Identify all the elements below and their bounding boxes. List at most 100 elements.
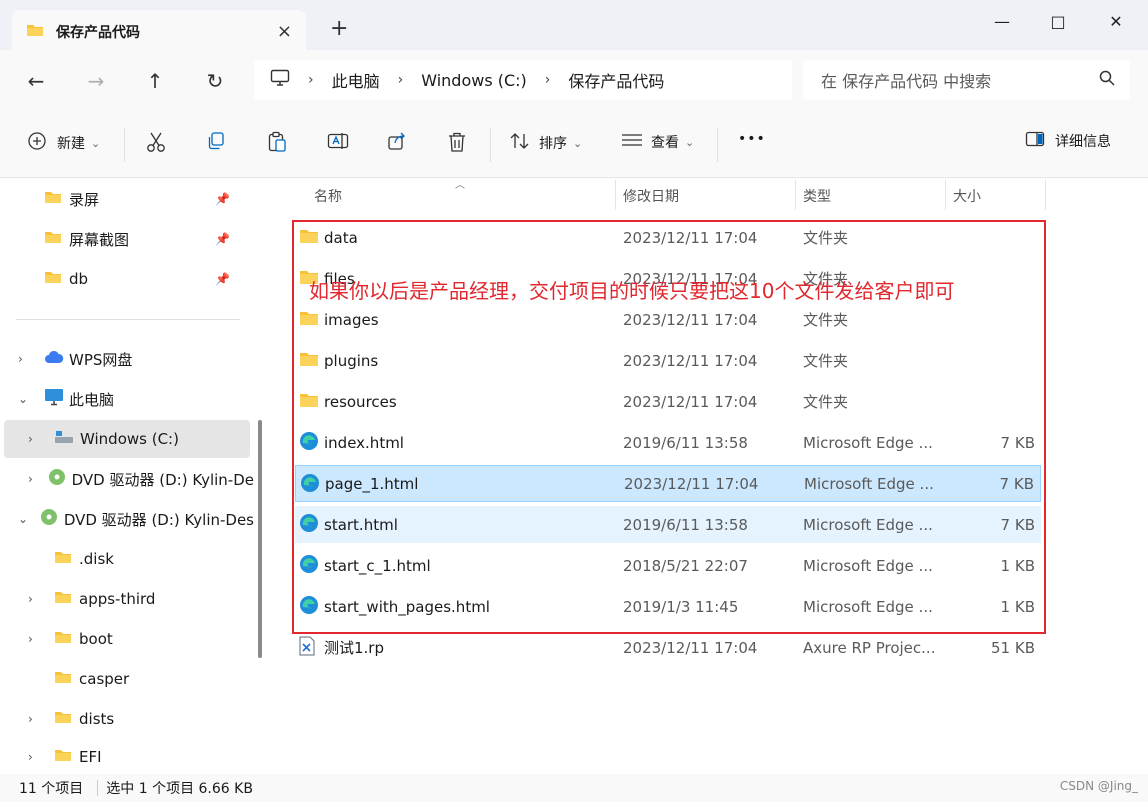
sidebar-item-label: dists	[79, 710, 115, 728]
folder-icon	[44, 190, 62, 208]
trash-icon	[447, 131, 467, 157]
monitor-icon	[270, 69, 290, 91]
column-divider[interactable]	[945, 180, 946, 210]
file-row[interactable]: 测试1.rp 2023/12/11 17:04 Axure RP Projec.…	[295, 629, 1041, 666]
tab-active[interactable]: 保存产品代码 ×	[12, 10, 306, 54]
monitor-icon	[44, 388, 64, 410]
column-header-name[interactable]: 名称	[314, 186, 342, 206]
item-count: 11 个项目	[19, 781, 84, 797]
view-button[interactable]: 查看 ⌄	[621, 131, 694, 153]
chevron-down-icon[interactable]: ⌄	[18, 392, 44, 406]
details-pane-button[interactable]: 详细信息	[1025, 131, 1111, 151]
pin-icon[interactable]: 📌	[215, 232, 230, 246]
sidebar-item-recordings[interactable]: 录屏 📌	[44, 180, 254, 218]
sidebar-item-label: 屏幕截图	[69, 230, 130, 249]
sidebar-item-drive-c[interactable]: › Windows (C:)	[28, 420, 250, 458]
sidebar-item-label: apps-third	[79, 590, 156, 608]
details-pane-icon	[1025, 131, 1045, 151]
column-header-type[interactable]: 类型	[803, 186, 831, 206]
sidebar-item-label: boot	[79, 630, 113, 648]
chevron-right-icon[interactable]: ›	[28, 632, 54, 646]
column-header-size[interactable]: 大小	[953, 186, 981, 206]
file-date: 2023/12/11 17:04	[623, 638, 758, 657]
folder-icon	[44, 230, 62, 248]
tab-title: 保存产品代码	[56, 25, 140, 41]
sidebar-item-label: casper	[79, 670, 130, 688]
column-header-date[interactable]: 修改日期	[623, 186, 679, 206]
close-tab-icon[interactable]: ×	[277, 21, 292, 42]
folder-icon	[54, 630, 72, 648]
chevron-right-icon[interactable]: ›	[28, 592, 54, 606]
sidebar-item-label: db	[69, 270, 89, 288]
column-divider[interactable]	[615, 180, 616, 210]
search-input[interactable]: 在 保存产品代码 中搜索	[803, 60, 1130, 100]
new-button[interactable]: 新建 ⌄	[27, 131, 100, 155]
selection-info: 选中 1 个项目 6.66 KB	[106, 781, 253, 797]
refresh-button[interactable]: ↻	[195, 66, 235, 96]
sidebar-item-label: DVD 驱动器 (D:) Kylin-De	[71, 470, 254, 489]
scissors-icon	[146, 131, 166, 157]
close-window-button[interactable]: ✕	[1093, 6, 1139, 36]
cut-button[interactable]	[146, 131, 166, 157]
folder-icon	[54, 748, 72, 766]
sidebar-item-wps-cloud[interactable]: › WPS网盘	[18, 340, 258, 378]
sidebar-item-efi[interactable]: › EFI	[28, 740, 254, 774]
chevron-down-icon: ⌄	[573, 136, 583, 150]
sidebar-item-dvd-drive-expanded[interactable]: ⌄ DVD 驱动器 (D:) Kylin-Des	[18, 500, 254, 538]
copy-button[interactable]	[206, 131, 226, 155]
paste-button[interactable]	[267, 131, 287, 157]
sidebar-item-this-pc[interactable]: ⌄ 此电脑	[18, 380, 258, 418]
sidebar-item-screenshots[interactable]: 屏幕截图 📌	[44, 220, 254, 258]
sidebar-scrollbar[interactable]	[258, 420, 262, 658]
sort-ascending-icon: ︿	[455, 180, 465, 191]
sidebar-item-apps-third[interactable]: › apps-third	[28, 580, 254, 618]
sidebar-item-boot[interactable]: › boot	[28, 620, 254, 658]
folder-icon	[54, 710, 72, 728]
chevron-down-icon[interactable]: ⌄	[18, 512, 39, 526]
status-divider	[97, 780, 99, 796]
sidebar-item-label: Windows (C:)	[80, 430, 179, 448]
up-button[interactable]: ↑	[135, 66, 175, 96]
copy-icon	[206, 131, 226, 155]
chevron-right-icon[interactable]: ›	[28, 432, 54, 446]
plus-circle-icon	[27, 131, 47, 155]
folder-icon	[54, 550, 72, 568]
sidebar-item-label: 此电脑	[69, 390, 115, 409]
view-label: 查看	[651, 135, 679, 151]
sidebar-item-db[interactable]: db 📌	[44, 260, 254, 298]
column-divider[interactable]	[795, 180, 796, 210]
rename-button[interactable]	[327, 131, 349, 155]
toolbar-divider	[490, 128, 491, 162]
folder-icon	[44, 270, 62, 288]
delete-button[interactable]	[447, 131, 467, 157]
pin-icon[interactable]: 📌	[215, 272, 230, 286]
sort-button[interactable]: 排序 ⌄	[509, 131, 582, 155]
new-tab-button[interactable]: +	[330, 16, 348, 41]
sidebar-item-dists[interactable]: › dists	[28, 700, 254, 738]
share-button[interactable]	[387, 131, 407, 155]
sidebar-item-disk[interactable]: .disk	[28, 540, 254, 578]
maximize-button[interactable]: □	[1035, 6, 1081, 36]
breadcrumb-separator: ›	[544, 72, 551, 88]
chevron-right-icon[interactable]: ›	[28, 750, 54, 764]
breadcrumb-current-folder[interactable]: 保存产品代码	[568, 68, 664, 92]
chevron-right-icon[interactable]: ›	[28, 472, 47, 486]
sidebar-item-casper[interactable]: casper	[28, 660, 254, 698]
sidebar-divider	[16, 319, 240, 320]
pin-icon[interactable]: 📌	[215, 192, 230, 206]
column-divider[interactable]	[1045, 180, 1046, 210]
minimize-button[interactable]: —	[979, 6, 1025, 36]
breadcrumb-this-pc[interactable]: 此电脑	[332, 68, 380, 92]
breadcrumb-separator: ›	[397, 72, 404, 88]
breadcrumb-drive-c[interactable]: Windows (C:)	[421, 71, 527, 90]
address-bar[interactable]: › 此电脑 › Windows (C:) › 保存产品代码	[254, 60, 792, 100]
sidebar-item-dvd-drive[interactable]: › DVD 驱动器 (D:) Kylin-De	[28, 460, 254, 498]
more-options-button[interactable]: •••	[738, 131, 766, 147]
back-button[interactable]: ←	[16, 66, 56, 96]
chevron-right-icon[interactable]: ›	[18, 352, 44, 366]
forward-button[interactable]: →	[76, 66, 116, 96]
drive-icon	[54, 429, 74, 449]
chevron-right-icon[interactable]: ›	[28, 712, 54, 726]
search-icon[interactable]	[1098, 69, 1116, 91]
folder-icon	[54, 670, 72, 688]
